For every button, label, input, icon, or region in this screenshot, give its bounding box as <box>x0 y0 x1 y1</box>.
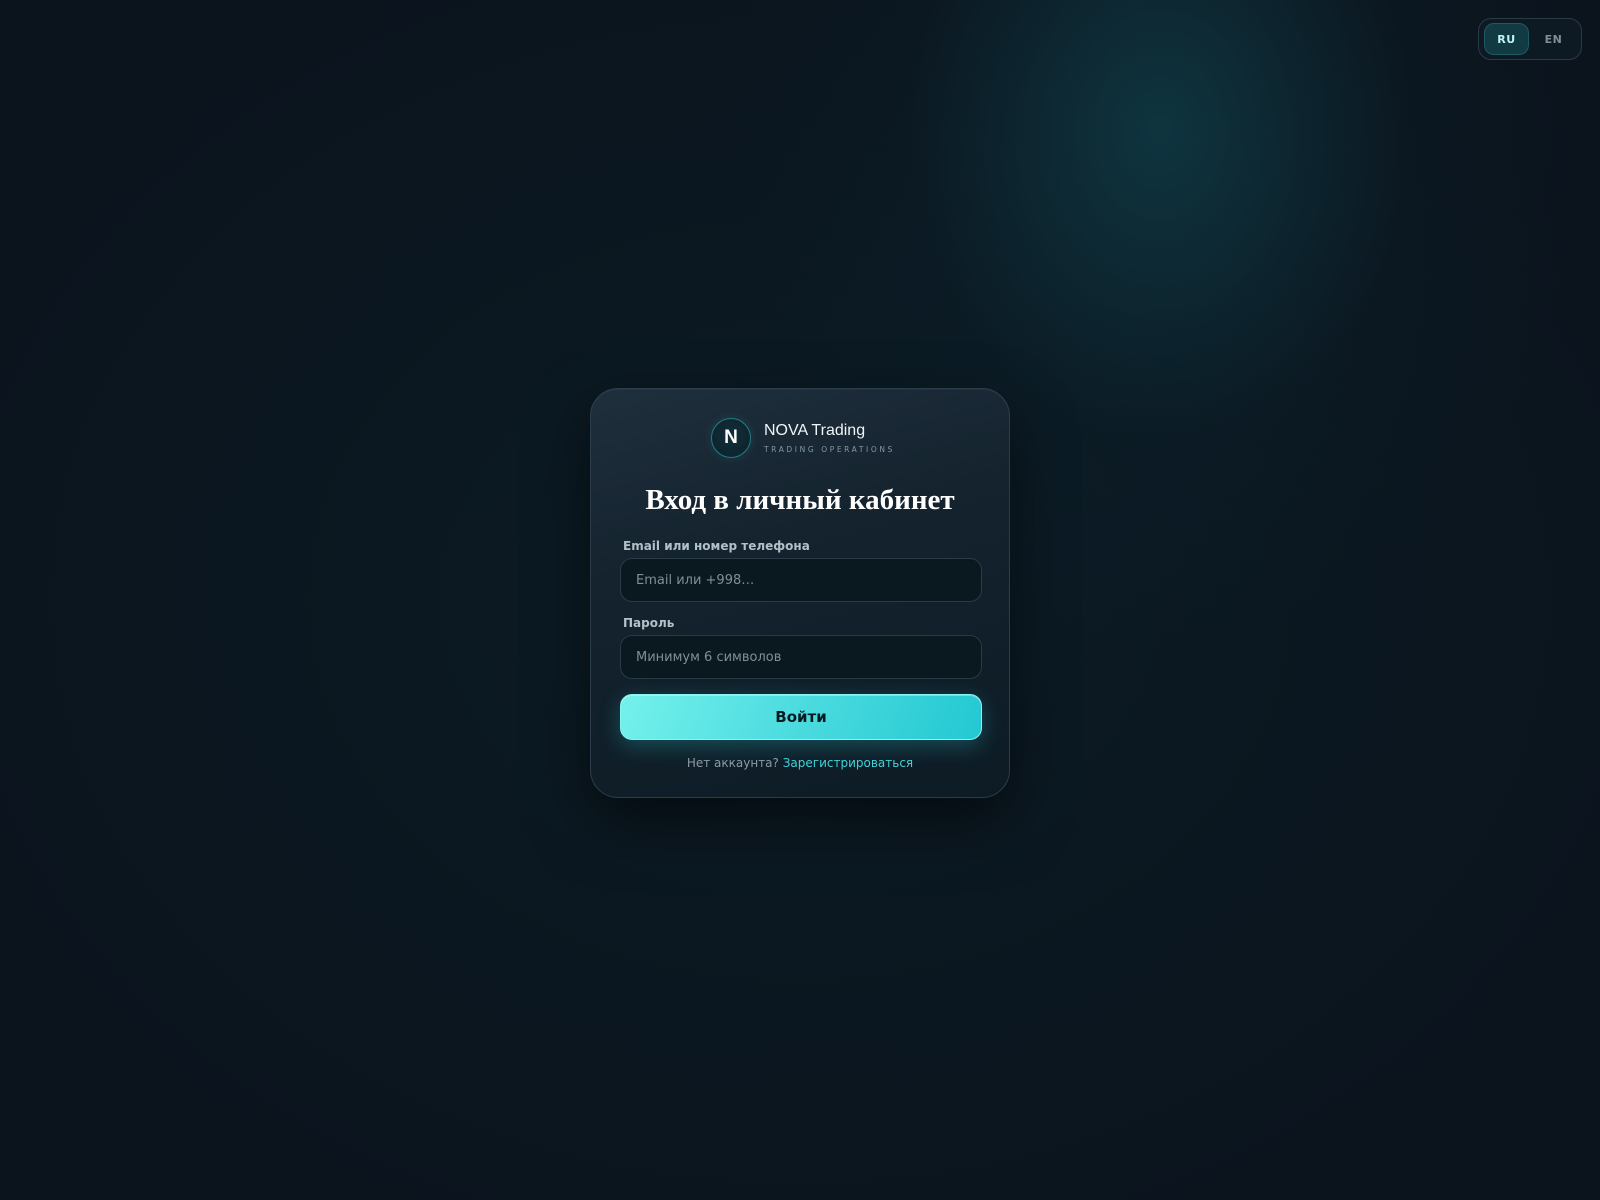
brand-header: N NOVA Trading TRADING OPERATIONS <box>711 417 895 459</box>
language-option-en[interactable]: EN <box>1531 23 1576 55</box>
email-field[interactable] <box>620 558 982 602</box>
language-switcher: RU EN <box>1478 18 1582 60</box>
email-label: Email или номер телефона <box>623 539 810 553</box>
brand-text: NOVA Trading TRADING OPERATIONS <box>764 422 895 454</box>
register-link[interactable]: Зарегистрироваться <box>783 756 913 770</box>
page-title: Вход в личный кабинет <box>645 484 955 516</box>
brand-logo-icon: N <box>711 418 751 458</box>
brand-name: NOVA Trading <box>764 422 866 439</box>
language-option-ru[interactable]: RU <box>1484 23 1529 55</box>
no-account-text: Нет аккаунта? <box>686 756 779 770</box>
password-label: Пароль <box>623 616 675 630</box>
register-prompt: Нет аккаунта? Зарегистрироваться <box>591 756 1009 770</box>
login-button[interactable]: Войти <box>620 694 982 740</box>
password-field[interactable] <box>620 635 982 679</box>
login-card: N NOVA Trading TRADING OPERATIONS Вход в… <box>590 388 1010 798</box>
brand-tagline: TRADING OPERATIONS <box>764 445 895 454</box>
